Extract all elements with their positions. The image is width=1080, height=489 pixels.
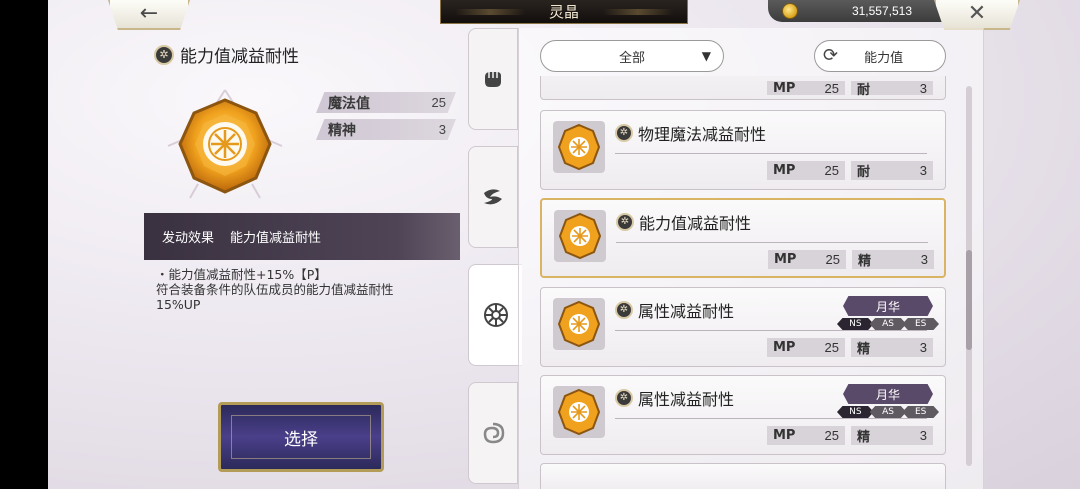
close-icon: ✕ [967, 1, 987, 26]
effect-band: 发动效果 能力值减益耐性 [144, 213, 460, 260]
scrollbar-thumb[interactable] [966, 250, 972, 350]
crystal-badge-icon: ✲ [154, 44, 174, 65]
crystal-gem-thumbnail [553, 121, 605, 173]
crystal-emblem-icon [483, 303, 508, 327]
item-stat: 耐 3 [851, 161, 933, 180]
item-name: 属性减益耐性 [638, 390, 735, 409]
list-item-selected[interactable]: ✲ 能力值减益耐性 MP 25 精 3 [540, 198, 946, 278]
sort-button[interactable]: ⟳ 能力值 [814, 40, 946, 72]
list-item[interactable]: ✲ 属性减益耐性 月华 NS AS ES MP 25 精 3 [540, 287, 946, 367]
phase-tags: NS AS ES [837, 318, 940, 330]
spiral-icon [483, 422, 505, 444]
list-item[interactable]: ✲ 物理魔法减益耐性 MP 25 耐 3 [540, 110, 946, 190]
detail-name: 能力值减益耐性 [180, 47, 299, 67]
close-button[interactable]: ✕ [934, 0, 1020, 30]
wind-swirl-icon [484, 189, 502, 205]
item-mp: MP 25 [767, 161, 845, 180]
back-button[interactable]: ← [108, 0, 190, 30]
list-item[interactable]: ✲ 属性减益耐性 月华 NS AS ES MP 25 精 3 [540, 375, 946, 455]
page-title: 灵晶 [440, 0, 688, 24]
screen: ← 灵晶 31,557,513 ✕ ✲ 能力值减益耐性 魔法值 25 精神 3 … [48, 0, 1080, 489]
crystal-gem-thumbnail [553, 298, 605, 350]
item-stat: 精 3 [851, 426, 933, 445]
item-stat: 精 3 [851, 338, 933, 357]
item-mp: MP 25 [767, 426, 845, 445]
crystal-gem-thumbnail [554, 210, 606, 262]
fist-icon [485, 72, 501, 87]
chevron-down-icon: ▼ [701, 49, 711, 63]
crystal-badge-icon: ✲ [616, 213, 634, 231]
phase-tags: NS AS ES [837, 406, 940, 418]
list-item-partial[interactable] [540, 463, 946, 489]
effect-description: ・能力值减益耐性+15%【P】 符合装备条件的队伍成员的能力值减益耐性 15%U… [156, 267, 394, 312]
sort-label: 能力值 [864, 50, 904, 66]
item-mp: MP 25 [767, 338, 845, 357]
tab-physical[interactable] [468, 28, 518, 130]
coin-amount: 31,557,513 [851, 4, 912, 18]
divider [615, 418, 927, 419]
divider [615, 330, 927, 331]
coin-icon [782, 3, 798, 19]
item-name: 能力值减益耐性 [639, 214, 752, 233]
tab-spiral[interactable] [468, 382, 518, 484]
filter-dropdown[interactable]: 全部 ▼ [540, 40, 724, 72]
back-arrow-icon: ← [139, 1, 159, 26]
moon-tag: 月华 [843, 384, 933, 404]
moon-tag: 月华 [843, 296, 933, 316]
item-name: 属性减益耐性 [638, 302, 735, 321]
item-stat: 精 3 [852, 250, 934, 269]
divider [616, 242, 928, 243]
detail-title: ✲ 能力值减益耐性 [154, 42, 299, 67]
stat-row-magic: 魔法值 25 [316, 92, 456, 113]
crystal-gem-thumbnail [553, 386, 605, 438]
stat-row-spirit: 精神 3 [316, 119, 456, 140]
item-mp: MP 25 [768, 250, 846, 269]
crystal-gem-image [167, 89, 283, 199]
crystal-badge-icon: ✲ [615, 124, 633, 142]
crystal-badge-icon: ✲ [615, 389, 633, 407]
divider [615, 153, 927, 154]
crystal-badge-icon: ✲ [615, 301, 633, 319]
select-button[interactable]: 选择 [218, 402, 384, 472]
item-name: 物理魔法减益耐性 [638, 125, 767, 144]
currency-display: 31,557,513 [768, 0, 958, 22]
effect-value: 能力值减益耐性 [230, 231, 322, 246]
refresh-icon: ⟳ [823, 45, 839, 66]
tab-crystal[interactable] [468, 264, 522, 366]
tab-wind[interactable] [468, 146, 518, 248]
effect-label: 发动效果 [162, 231, 215, 246]
filter-value: 全部 [618, 50, 645, 66]
